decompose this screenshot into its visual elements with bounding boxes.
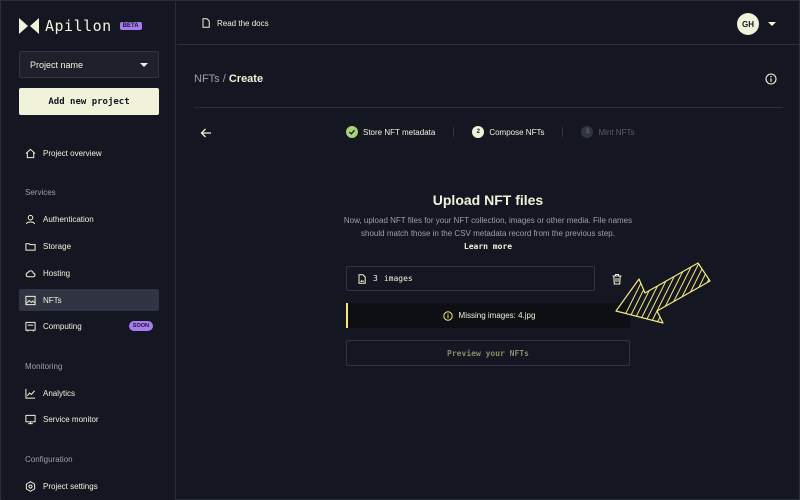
document-icon [202,18,210,28]
sidebar-item-label: Service monitor [43,414,99,424]
sidebar-item-label: Analytics [43,388,76,398]
step-number: 2 [472,126,485,138]
app-frame: Apillon BETA Project name Add new projec… [0,0,800,500]
info-icon[interactable] [765,73,777,85]
sidebar-item-service-monitor[interactable]: Service monitor [19,408,159,430]
step-compose-nfts[interactable]: 2 Compose NFTs [472,126,544,138]
step-store-metadata[interactable]: Store NFT metadata [346,126,435,138]
services-heading: Services [25,188,56,197]
step-number: 3 [581,126,594,138]
step-label: Store NFT metadata [363,127,436,137]
project-select[interactable]: Project name [19,51,159,78]
missing-images-warning: Missing images: 4.jpg [346,303,630,328]
uploaded-files-field[interactable]: 3 images [346,266,595,291]
sidebar-item-label: NFTs [43,295,62,305]
sidebar-item-hosting[interactable]: Hosting [19,262,159,284]
step-label: Compose NFTs [489,127,545,137]
step-separator [562,127,564,137]
sidebar-item-label: Computing [43,321,82,331]
step-separator [453,127,455,137]
monitor-icon [25,414,36,424]
sidebar: Apillon BETA Project name Add new projec… [2,2,176,500]
sidebar-item-nfts[interactable]: NFTs [19,289,159,311]
logo[interactable]: Apillon BETA [19,17,142,35]
file-count: 3 [373,274,378,283]
beta-badge: BETA [119,22,142,30]
upload-title: Upload NFT files [432,192,544,208]
sidebar-item-label: Authentication [43,214,94,224]
sidebar-item-computing[interactable]: Computing SOON [19,315,159,337]
chevron-down-icon[interactable] [768,22,776,26]
folder-icon [25,242,36,251]
chart-icon [25,388,36,399]
sidebar-item-label: Hosting [43,268,71,278]
image-icon [25,295,36,305]
cloud-icon [25,269,36,277]
sidebar-item-storage[interactable]: Storage [19,235,159,257]
sidebar-item-project-overview[interactable]: Project overview [19,142,159,164]
step-label: Mint NFTs [598,127,635,137]
user-icon [25,214,36,224]
check-icon [346,126,358,138]
soon-badge: SOON [128,321,153,331]
stepper: Store NFT metadata 2 Compose NFTs 3 Mint… [346,126,634,138]
preview-nfts-button[interactable]: Preview your NFTs [346,340,630,366]
step-mint-nfts: 3 Mint NFTs [581,126,634,138]
monitoring-heading: Monitoring [25,362,63,371]
sidebar-item-analytics[interactable]: Analytics [19,382,159,404]
file-image-icon [358,273,366,284]
hatched-arrow-icon [615,262,711,324]
settings-icon [25,480,36,492]
chip-icon [25,321,36,332]
warning-text: Missing images: 4.jpg [458,311,536,320]
learn-more-link[interactable]: Learn more [346,242,630,251]
chevron-down-icon [140,62,148,67]
read-docs-label: Read the docs [217,18,269,28]
header-divider [194,107,783,108]
read-docs-link[interactable]: Read the docs [201,18,269,28]
breadcrumb: NFTs / Create [194,73,263,85]
page-title: Create [228,73,264,85]
configuration-heading: Configuration [25,455,73,464]
project-select-value: Project name [30,59,84,70]
file-type: images [383,274,413,283]
upload-description: Now, upload NFT files for your NFT colle… [343,216,633,238]
home-icon [25,148,36,158]
add-project-button[interactable]: Add new project [19,88,159,115]
sidebar-item-label: Project settings [43,481,98,491]
warning-info-icon [442,310,453,321]
back-arrow-icon[interactable] [200,127,212,139]
breadcrumb-parent[interactable]: NFTs / [194,73,226,85]
sidebar-item-label: Project overview [43,148,102,158]
sidebar-item-label: Storage [43,241,72,251]
sidebar-item-project-settings[interactable]: Project settings [19,475,159,497]
sidebar-item-authentication[interactable]: Authentication [19,208,159,230]
logo-text: Apillon [45,17,112,35]
top-bar: Read the docs GH [177,2,800,45]
apillon-logo-icon [19,18,39,34]
avatar[interactable]: GH [737,13,759,35]
